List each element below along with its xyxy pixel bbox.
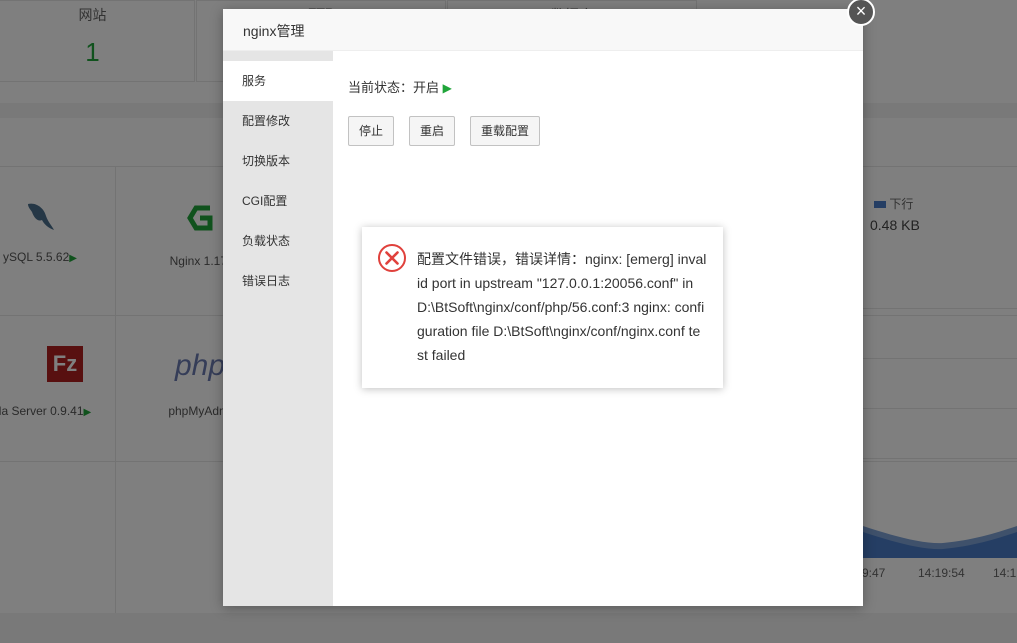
sidebar-item-version[interactable]: 切换版本 <box>223 141 333 181</box>
reload-config-button[interactable]: 重载配置 <box>470 116 541 146</box>
sidebar-item-service[interactable]: 服务 <box>223 61 333 101</box>
sidebar-item-error-log[interactable]: 错误日志 <box>223 261 333 301</box>
modal-sidebar: 服务 配置修改 切换版本 CGI配置 负载状态 错误日志 <box>223 51 333 606</box>
restart-button[interactable]: 重启 <box>409 116 456 146</box>
sidebar-item-load-status[interactable]: 负载状态 <box>223 221 333 261</box>
modal-title: nginx管理 <box>243 23 305 39</box>
status-value: 开启 <box>413 80 440 95</box>
error-dialog: 配置文件错误，错误详情：nginx: [emerg] invalid port … <box>362 227 723 388</box>
sidebar-item-config[interactable]: 配置修改 <box>223 101 333 141</box>
error-x-icon <box>378 244 406 272</box>
service-status: 当前状态：开启 ▶ <box>348 77 452 96</box>
stop-button[interactable]: 停止 <box>348 116 395 146</box>
error-message: 配置文件错误，错误详情：nginx: [emerg] invalid port … <box>417 251 707 363</box>
modal-header: nginx管理 <box>223 9 863 51</box>
status-label: 当前状态： <box>348 80 414 95</box>
sidebar-item-cgi[interactable]: CGI配置 <box>223 181 333 221</box>
play-icon: ▶ <box>442 81 452 95</box>
